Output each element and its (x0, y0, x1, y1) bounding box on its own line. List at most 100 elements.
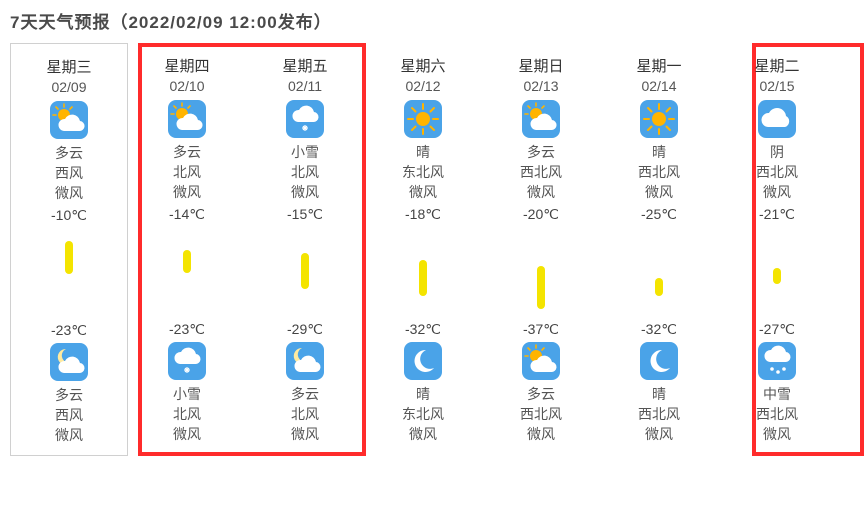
partly-sunny-icon (522, 100, 560, 138)
night-wind-level: 微风 (364, 424, 482, 444)
night-wind-dir: 西北风 (482, 404, 600, 424)
day-wind-dir: 北风 (128, 162, 246, 182)
low-temp: -27℃ (718, 321, 836, 338)
day-column[interactable]: 星期四 02/10 多云 北风 微风 -14℃ -23℃ 小雪 北风 微风 (128, 43, 246, 456)
day-wind-level: 微风 (128, 182, 246, 202)
low-temp: -29℃ (246, 321, 364, 338)
sunny-icon (404, 100, 442, 138)
low-temp: -32℃ (600, 321, 718, 338)
day-column[interactable]: 星期五 02/11 小雪 北风 微风 -15℃ -29℃ 多云 北风 微风 (246, 43, 364, 456)
day-condition: 多云 (128, 142, 246, 162)
night-wind-dir: 北风 (246, 404, 364, 424)
day-of-week: 星期五 (246, 55, 364, 76)
forecast-row: 星期三 02/09 多云 西风 微风 -10℃ -23℃ 多云 西风 微风 星期… (10, 43, 856, 456)
light-snow-icon (168, 342, 206, 380)
temp-range-bar (773, 227, 781, 317)
night-wind-level: 微风 (128, 424, 246, 444)
high-temp: -25℃ (600, 206, 718, 223)
high-temp: -21℃ (718, 206, 836, 223)
night-wind-dir: 北风 (128, 404, 246, 424)
night-wind-dir: 西北风 (600, 404, 718, 424)
night-wind-level: 微风 (11, 425, 127, 445)
day-wind-level: 微风 (482, 182, 600, 202)
night-wind-dir: 东北风 (364, 404, 482, 424)
temp-range-bar (65, 228, 73, 318)
moderate-snow-icon (758, 342, 796, 380)
temp-range-bar (301, 227, 309, 317)
high-temp: -10℃ (11, 207, 127, 224)
date-label: 02/09 (11, 79, 127, 95)
day-wind-dir: 西北风 (600, 162, 718, 182)
date-label: 02/15 (718, 78, 836, 94)
high-temp: -14℃ (128, 206, 246, 223)
date-label: 02/13 (482, 78, 600, 94)
date-label: 02/12 (364, 78, 482, 94)
temp-range-bar (183, 227, 191, 317)
night-wind-dir: 西北风 (718, 404, 836, 424)
night-wind-level: 微风 (246, 424, 364, 444)
sunny-icon (640, 100, 678, 138)
partly-cloudy-icon (50, 101, 88, 139)
night-condition: 晴 (364, 384, 482, 404)
night-wind-level: 微风 (718, 424, 836, 444)
day-wind-level: 微风 (364, 182, 482, 202)
day-wind-dir: 西北风 (718, 162, 836, 182)
day-condition: 多云 (11, 143, 127, 163)
day-column[interactable]: 星期三 02/09 多云 西风 微风 -10℃ -23℃ 多云 西风 微风 (10, 43, 128, 456)
clear-night-icon (404, 342, 442, 380)
day-of-week: 星期日 (482, 55, 600, 76)
night-wind-level: 微风 (600, 424, 718, 444)
low-temp: -32℃ (364, 321, 482, 338)
high-temp: -20℃ (482, 206, 600, 223)
night-condition: 中雪 (718, 384, 836, 404)
light-snow-icon (286, 100, 324, 138)
night-wind-level: 微风 (482, 424, 600, 444)
partly-cloudy-night-icon (286, 342, 324, 380)
day-wind-level: 微风 (718, 182, 836, 202)
partly-cloudy-icon (168, 100, 206, 138)
night-condition: 小雪 (128, 384, 246, 404)
high-temp: -15℃ (246, 206, 364, 223)
date-label: 02/10 (128, 78, 246, 94)
day-wind-level: 微风 (246, 182, 364, 202)
date-label: 02/11 (246, 78, 364, 94)
day-condition: 晴 (364, 142, 482, 162)
partly-cloudy-night-icon (50, 343, 88, 381)
day-wind-level: 微风 (600, 182, 718, 202)
low-temp: -23℃ (128, 321, 246, 338)
page-title: 7天天气预报（2022/02/09 12:00发布） (10, 8, 856, 33)
day-column[interactable]: 星期六 02/12 晴 东北风 微风 -18℃ -32℃ 晴 东北风 微风 (364, 43, 482, 456)
day-of-week: 星期四 (128, 55, 246, 76)
day-of-week: 星期二 (718, 55, 836, 76)
low-temp: -37℃ (482, 321, 600, 338)
day-column[interactable]: 星期日 02/13 多云 西北风 微风 -20℃ -37℃ 多云 西北风 微风 (482, 43, 600, 456)
day-wind-dir: 西北风 (482, 162, 600, 182)
night-wind-dir: 西风 (11, 405, 127, 425)
day-condition: 阴 (718, 142, 836, 162)
date-label: 02/14 (600, 78, 718, 94)
day-column[interactable]: 星期二 02/15 阴 西北风 微风 -21℃ -27℃ 中雪 西北风 微风 (718, 43, 836, 456)
partly-cloudy-small-icon (522, 342, 560, 380)
night-condition: 多云 (11, 385, 127, 405)
day-column[interactable]: 星期一 02/14 晴 西北风 微风 -25℃ -32℃ 晴 西北风 微风 (600, 43, 718, 456)
temp-range-bar (419, 227, 427, 317)
night-condition: 晴 (600, 384, 718, 404)
day-wind-dir: 东北风 (364, 162, 482, 182)
day-wind-dir: 西风 (11, 163, 127, 183)
overcast-icon (758, 100, 796, 138)
temp-range-bar (537, 227, 545, 317)
day-of-week: 星期一 (600, 55, 718, 76)
night-condition: 多云 (482, 384, 600, 404)
day-wind-dir: 北风 (246, 162, 364, 182)
day-condition: 小雪 (246, 142, 364, 162)
high-temp: -18℃ (364, 206, 482, 223)
day-of-week: 星期六 (364, 55, 482, 76)
low-temp: -23℃ (11, 322, 127, 339)
temp-range-bar (655, 227, 663, 317)
day-condition: 晴 (600, 142, 718, 162)
clear-night-icon (640, 342, 678, 380)
day-wind-level: 微风 (11, 183, 127, 203)
day-condition: 多云 (482, 142, 600, 162)
day-of-week: 星期三 (11, 56, 127, 77)
night-condition: 多云 (246, 384, 364, 404)
